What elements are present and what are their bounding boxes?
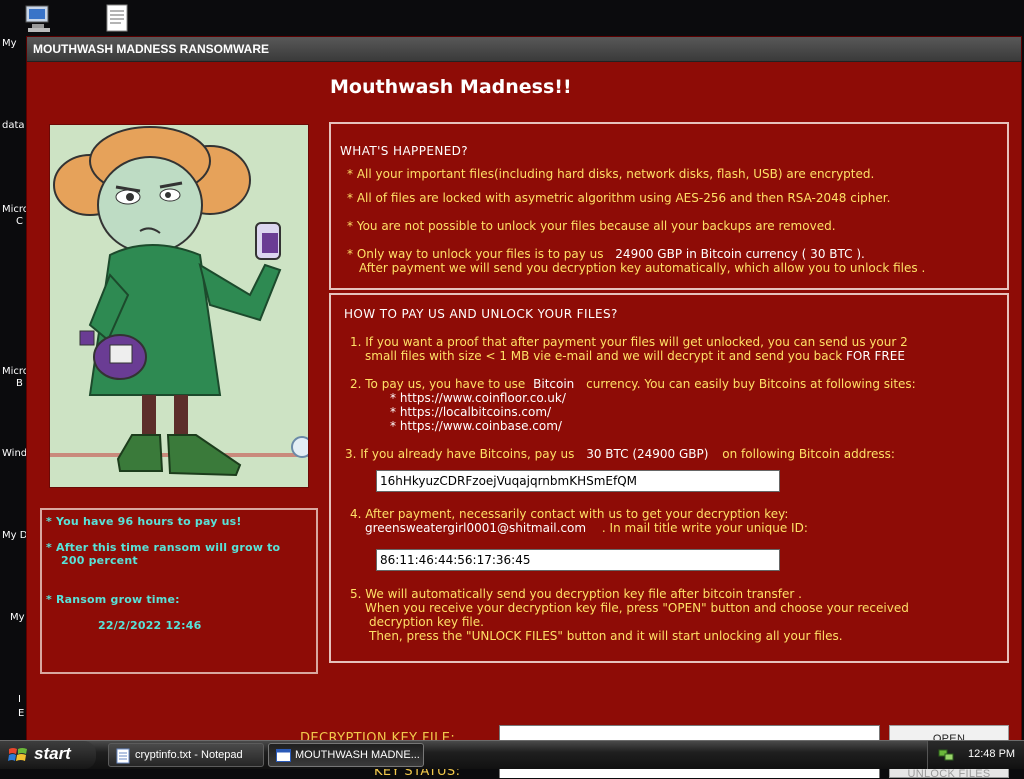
info-line: After payment we will send you decryptio… (359, 261, 926, 275)
section-heading: HOW TO PAY US AND UNLOCK YOUR FILES? (344, 307, 618, 321)
text-file-icon[interactable] (106, 4, 128, 36)
desktop-label: Micro (2, 366, 29, 377)
info-line: * All of files are locked with asymetric… (347, 191, 891, 205)
system-tray: 12:48 PM (927, 741, 1024, 769)
step-3: 3. If you already have Bitcoins, pay us … (345, 447, 895, 461)
desktop-icons: My data Micro C Micro B Wind My D My I E (0, 0, 128, 740)
window-content: Mouthwash Madness!! * You have 96 hours … (27, 62, 1021, 779)
site-link[interactable]: * https://localbitcoins.com/ (390, 405, 551, 419)
step-5-cont: Then, press the "UNLOCK FILES" button an… (369, 629, 843, 643)
desktop-label: My (2, 38, 17, 49)
whats-happened-box: WHAT'S HAPPENED? * All your important fi… (329, 122, 1009, 290)
desktop-label: Wind (2, 448, 28, 459)
site-link[interactable]: * https://www.coinbase.com/ (390, 419, 562, 433)
taskbar-item-ransomware[interactable]: MOUTHWASH MADNE... (268, 743, 424, 767)
clock[interactable]: 12:48 PM (968, 748, 1015, 760)
my-computer-icon[interactable] (22, 4, 56, 38)
start-button[interactable]: start (0, 741, 96, 769)
desktop-label: My (10, 612, 25, 623)
desktop-label: B (16, 378, 23, 389)
main-title: Mouthwash Madness!! (330, 76, 572, 98)
info-line: * All your important files(including har… (347, 167, 875, 181)
desktop-label: data (2, 120, 25, 131)
step-5: 5. We will automatically send you decryp… (350, 587, 802, 601)
cartoon-illustration (49, 124, 309, 488)
step-5-cont: When you receive your decryption key fil… (365, 601, 909, 615)
desktop-label: My D (2, 530, 28, 541)
windows-logo-icon (8, 748, 27, 761)
timer-box: * You have 96 hours to pay us! * After t… (40, 508, 318, 674)
ransom-grow-time: 22/2/2022 12:46 (98, 619, 202, 632)
step-2: 2. To pay us, you have to use Bitcoin cu… (350, 377, 916, 391)
start-label: start (34, 744, 71, 763)
taskbar-item-label: cryptinfo.txt - Notepad (135, 749, 243, 761)
step-4: 4. After payment, necessarily contact wi… (350, 507, 789, 521)
desktop-label: I (18, 694, 21, 705)
timer-line: * Ransom grow time: (46, 593, 180, 606)
timer-line: 200 percent (61, 554, 138, 567)
step-5-cont: decryption key file. (369, 615, 484, 629)
step-1: 1. If you want a proof that after paymen… (350, 335, 908, 349)
timer-line: * After this time ransom will grow to (46, 541, 281, 554)
network-icon[interactable] (938, 747, 954, 763)
info-line: * You are not possible to unlock your fi… (347, 219, 836, 233)
desktop-label: C (16, 216, 23, 227)
ransomware-window: MOUTHWASH MADNESS RANSOMWARE Mouthwash M… (26, 36, 1022, 779)
taskbar-item-label: MOUTHWASH MADNE... (295, 749, 420, 761)
info-line: * Only way to unlock your files is to pa… (347, 247, 865, 261)
site-link[interactable]: * https://www.coinfloor.co.uk/ (390, 391, 566, 405)
step-4-cont: greensweatergirl0001@shitmail.com . In m… (365, 521, 808, 535)
window-title[interactable]: MOUTHWASH MADNESS RANSOMWARE (27, 37, 1021, 62)
taskbar-item-notepad[interactable]: cryptinfo.txt - Notepad (108, 743, 264, 767)
notepad-icon (116, 748, 130, 764)
section-heading: WHAT'S HAPPENED? (340, 144, 469, 158)
bitcoin-address-field[interactable]: 16hHkyuzCDRFzoejVuqajqrnbmKHSmEfQM (376, 470, 780, 492)
step-1-cont: small files with size < 1 MB vie e-mail … (365, 349, 905, 363)
desktop-label: Micro (2, 204, 29, 215)
taskbar: start cryptinfo.txt - Notepad MOUTHWASH … (0, 740, 1024, 769)
desktop-label: E (18, 708, 25, 719)
timer-line: * You have 96 hours to pay us! (46, 515, 242, 528)
window-icon (276, 749, 291, 762)
unique-id-field[interactable]: 86:11:46:44:56:17:36:45 (376, 549, 780, 571)
